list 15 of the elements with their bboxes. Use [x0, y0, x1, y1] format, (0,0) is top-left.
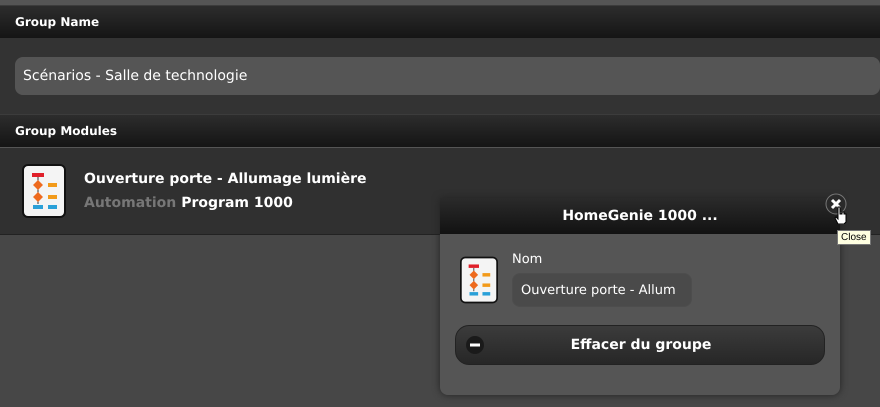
field-label: Nom — [512, 252, 544, 267]
group-name-field[interactable]: Scénarios - Salle de technologie — [15, 57, 880, 95]
name-field[interactable]: Ouverture porte - Allum — [512, 273, 692, 307]
minus-icon — [466, 336, 484, 354]
popup-title: HomeGenie 1000 ... — [440, 198, 840, 234]
section-header: Group Name — [0, 5, 880, 38]
module-address: Program 1000 — [181, 195, 293, 211]
flowchart-icon — [22, 164, 66, 218]
remove-button[interactable]: Effacer du groupe — [455, 325, 825, 365]
module-type: Automation — [84, 195, 176, 211]
hand-cursor-icon — [834, 206, 848, 224]
module-name: Ouverture porte - Allumage lumière — [84, 171, 366, 187]
tooltip: Close — [837, 230, 871, 245]
section-header: Group Modules — [0, 114, 880, 147]
flowchart-icon — [460, 256, 498, 304]
